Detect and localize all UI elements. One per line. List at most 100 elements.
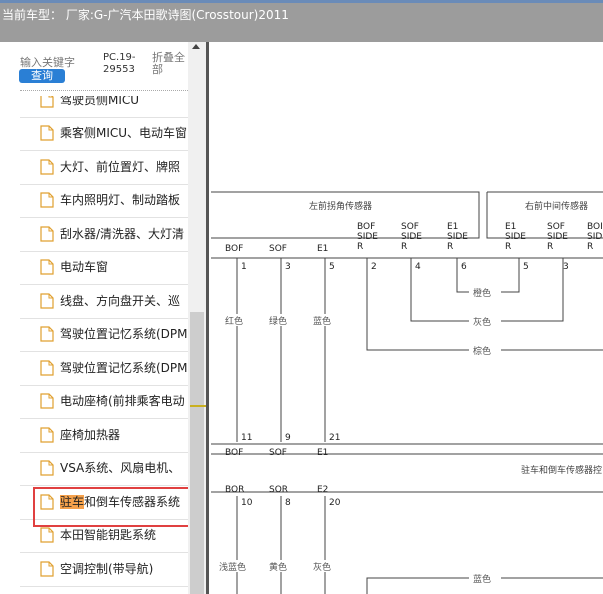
pin-number: 11 bbox=[241, 433, 252, 443]
pin-label: E1 bbox=[317, 244, 328, 254]
left-sensor-title: 左前拐角传感器 bbox=[309, 200, 372, 212]
tree-item-label: 电动座椅(前排乘客电动 bbox=[60, 394, 185, 408]
document-icon bbox=[40, 192, 54, 208]
tree-item[interactable]: 电动车窗 bbox=[20, 251, 188, 285]
pin-label: SIDE bbox=[357, 232, 378, 242]
pin-number: 9 bbox=[285, 433, 291, 443]
tree-item-label: 座椅加热器 bbox=[60, 428, 121, 442]
tree-item[interactable]: 座椅加热器 bbox=[20, 419, 188, 453]
wire-color-label: 橙色 bbox=[473, 287, 491, 299]
tree-item-label: 线盘、方向盘开关、巡 bbox=[60, 294, 181, 308]
tree-item-label: 刮水器/清洗器、大灯清 bbox=[60, 227, 185, 241]
pin-label: BOR bbox=[225, 485, 244, 495]
wire-color-label: 绿色 bbox=[269, 315, 287, 327]
title-bar-accent bbox=[0, 0, 603, 3]
document-icon bbox=[40, 96, 54, 108]
tree-scrollbar[interactable] bbox=[188, 42, 206, 594]
wire-color-label: 蓝色 bbox=[313, 315, 331, 327]
document-icon bbox=[40, 326, 54, 342]
tree-item[interactable]: 驾驶位置记忆系统(DPM bbox=[20, 352, 188, 386]
document-icon bbox=[40, 360, 54, 376]
pin-number: 10 bbox=[241, 498, 253, 508]
tree-item[interactable]: 乘客侧MICU、电动车窗 bbox=[20, 117, 188, 151]
tree-item-label: 车内照明灯、制动踏板 bbox=[60, 193, 181, 207]
pin-label: BOF bbox=[225, 448, 243, 458]
wire-color-label: 棕色 bbox=[473, 345, 491, 357]
wire-color-label: 黄色 bbox=[269, 561, 287, 573]
splitter-handle[interactable] bbox=[190, 405, 206, 407]
tree-item-label: 驾驶员侧MICU bbox=[60, 96, 140, 107]
scrollbar-thumb[interactable] bbox=[190, 312, 204, 594]
tree-item[interactable]: 空调控制(带导航) bbox=[20, 553, 188, 587]
search-input[interactable]: 输入关键字 bbox=[20, 54, 75, 70]
document-icon bbox=[40, 460, 54, 476]
pin-label: BOI bbox=[587, 222, 603, 232]
pin-number: 21 bbox=[329, 433, 340, 443]
left-sensor-box bbox=[211, 191, 480, 239]
wiring-diagram-viewer[interactable]: 左前拐角传感器 右前中间传感器 BOF SOF E1 BOF SIDE R SO… bbox=[206, 42, 603, 594]
pin-label: SOF bbox=[269, 244, 287, 254]
tree-item-label: 驾驶位置记忆系统(DPM bbox=[60, 361, 188, 375]
pin-label: SIDE bbox=[547, 232, 568, 242]
pin-label: SOF bbox=[547, 222, 565, 232]
scroll-up-arrow-icon[interactable] bbox=[192, 44, 200, 49]
wire-color-label: 浅蓝色 bbox=[219, 561, 246, 573]
wiring-diagram: 左前拐角传感器 右前中间传感器 BOF SOF E1 BOF SIDE R SO… bbox=[211, 191, 603, 594]
tree-item-label: VSA系统、风扇电机、 bbox=[60, 461, 181, 475]
collapse-all-button[interactable]: 折叠全部 bbox=[152, 52, 188, 76]
document-icon bbox=[40, 527, 54, 543]
document-icon bbox=[40, 159, 54, 175]
document-icon bbox=[40, 427, 54, 443]
title-bar: 当前车型： 厂家:G-广汽本田歌诗图(Crosstour)2011 bbox=[0, 0, 603, 42]
tree-item[interactable]: 刮水器/清洗器、大灯清 bbox=[20, 218, 188, 252]
tree-item-label: 驾驶位置记忆系统(DPM bbox=[60, 327, 188, 341]
pin-number: 20 bbox=[329, 498, 341, 508]
pin-number: 8 bbox=[285, 498, 291, 508]
document-icon bbox=[40, 393, 54, 409]
pin-number: 3 bbox=[563, 262, 569, 272]
pin-number: 4 bbox=[415, 262, 421, 272]
pin-label: SIDE bbox=[505, 232, 526, 242]
pin-label: SIDE bbox=[447, 232, 468, 242]
tree-item[interactable]: 线盘、方向盘开关、巡 bbox=[20, 285, 188, 319]
wire-color-label: 红色 bbox=[225, 315, 243, 327]
pin-label: BOF bbox=[357, 222, 375, 232]
pin-number: 2 bbox=[371, 262, 377, 272]
pin-label: R bbox=[587, 242, 593, 252]
pc-code: PC.19-29553 bbox=[103, 52, 136, 75]
tree-item-label: 电动车窗 bbox=[60, 260, 109, 274]
selection-highlight-box bbox=[33, 487, 195, 527]
pin-label: R bbox=[357, 242, 363, 252]
pin-label: SOF bbox=[269, 448, 287, 458]
pin-label: SOF bbox=[401, 222, 419, 232]
module-title: 驻车和倒车传感器控 bbox=[521, 464, 602, 476]
pin-label: R bbox=[505, 242, 511, 252]
tree-item-label: 空调控制(带导航) bbox=[60, 562, 154, 576]
tree-item[interactable]: VSA系统、风扇电机、 bbox=[20, 452, 188, 486]
pin-number: 5 bbox=[523, 262, 529, 272]
pin-label: E2 bbox=[317, 485, 328, 495]
document-icon bbox=[40, 125, 54, 141]
tree-item[interactable]: 驾驶位置记忆系统(DPM bbox=[20, 318, 188, 352]
pin-number: 6 bbox=[461, 262, 467, 272]
tree-item[interactable]: 大灯、前位置灯、牌照 bbox=[20, 151, 188, 185]
pin-label: R bbox=[401, 242, 407, 252]
document-icon bbox=[40, 561, 54, 577]
pin-label: SIDE bbox=[401, 232, 422, 242]
tree-item[interactable]: 车内照明灯、制动踏板 bbox=[20, 184, 188, 218]
current-model-title: 当前车型： 厂家:G-广汽本田歌诗图(Crosstour)2011 bbox=[2, 8, 289, 22]
search-area: 输入关键字 查询 PC.19-29553 折叠全部 bbox=[0, 42, 190, 96]
query-button[interactable]: 查询 bbox=[19, 69, 65, 83]
pin-label: E1 bbox=[317, 448, 328, 458]
pin-label: R bbox=[547, 242, 553, 252]
tree-item[interactable]: 电动座椅(前排乘客电动 bbox=[20, 385, 188, 419]
pin-label: E1 bbox=[505, 222, 516, 232]
tree-item-label: 乘客侧MICU、电动车窗 bbox=[60, 126, 188, 140]
tree-item[interactable]: 驾驶员侧MICU bbox=[20, 96, 188, 118]
pin-label: R bbox=[447, 242, 453, 252]
tree-item-label: 大灯、前位置灯、牌照 bbox=[60, 160, 181, 174]
wire-color-label: 灰色 bbox=[473, 316, 491, 328]
tree-item-label: 本田智能钥匙系统 bbox=[60, 528, 157, 542]
pin-label: SIDE bbox=[587, 232, 603, 242]
pin-label: BOF bbox=[225, 244, 243, 254]
